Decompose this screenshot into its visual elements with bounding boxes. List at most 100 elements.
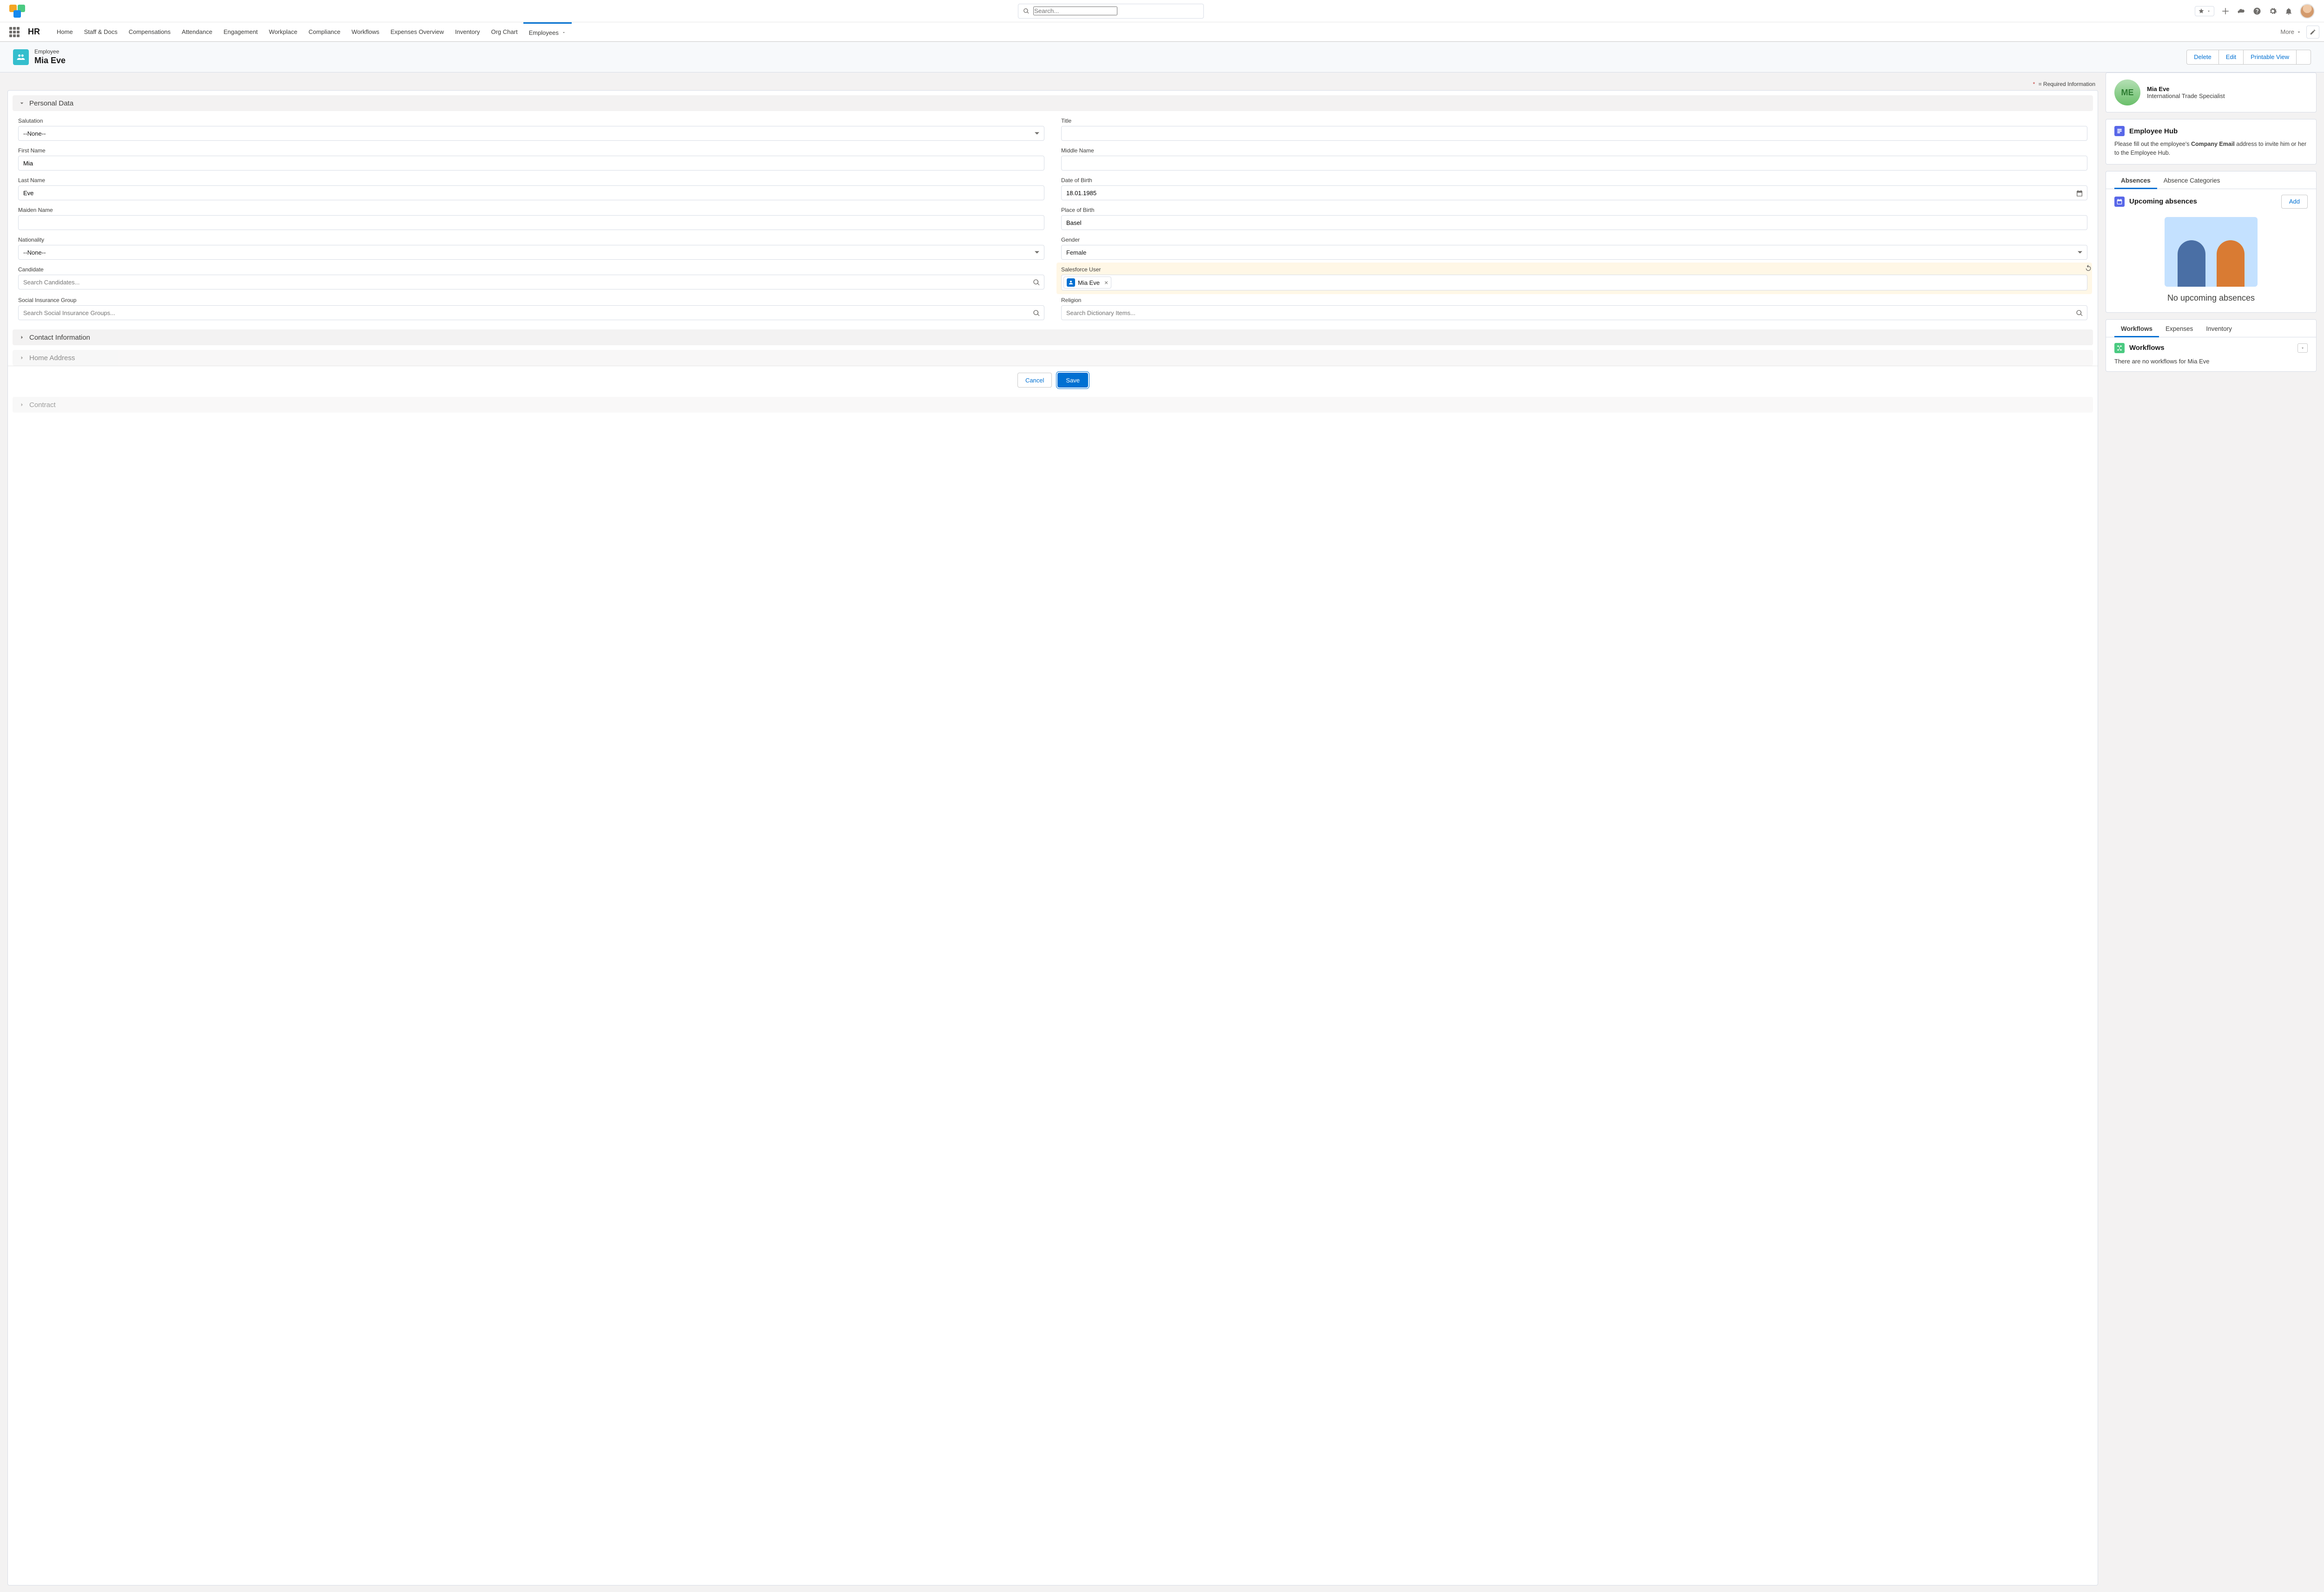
tab-absence-categories[interactable]: Absence Categories (2157, 171, 2227, 189)
chevron-down-icon (2206, 9, 2211, 13)
section-home-address[interactable]: Home Address (13, 350, 2093, 366)
salesforce-button[interactable] (2237, 7, 2246, 16)
sig-lookup[interactable] (18, 305, 1044, 320)
dob-input[interactable] (1061, 185, 2087, 200)
nav-tab-inventory[interactable]: Inventory (449, 22, 485, 41)
nav-tab-compliance[interactable]: Compliance (303, 22, 346, 41)
edit-nav-button[interactable] (2306, 26, 2319, 39)
chevron-down-icon (2300, 346, 2305, 350)
add-absence-button[interactable]: Add (2281, 195, 2308, 209)
tab-absences[interactable]: Absences (2114, 171, 2157, 189)
wf-menu-button[interactable] (2298, 343, 2308, 353)
absences-empty-text: No upcoming absences (2167, 293, 2255, 303)
nationality-select[interactable]: --None-- (18, 245, 1044, 260)
record-header: Employee Mia Eve Delete Edit Printable V… (0, 42, 2324, 72)
app-name: HR (28, 27, 40, 37)
required-note: * = Required Information (7, 80, 2098, 90)
field-salutation: Salutation --None-- (18, 118, 1044, 141)
setup-button[interactable] (2268, 7, 2278, 16)
religion-lookup[interactable] (1061, 305, 2087, 320)
user-avatar[interactable] (2300, 4, 2315, 19)
salutation-select[interactable]: --None-- (18, 126, 1044, 141)
employee-hub-card: Employee Hub Please fill out the employe… (2106, 119, 2317, 164)
nav-tab-attendance[interactable]: Attendance (176, 22, 218, 41)
question-icon (2253, 7, 2261, 15)
app-launcher[interactable] (9, 27, 20, 37)
nav-tab-workplace[interactable]: Workplace (264, 22, 303, 41)
wf-body: There are no workflows for Mia Eve (2114, 353, 2308, 365)
nav-tab-expenses[interactable]: Expenses Overview (385, 22, 449, 41)
nav-tab-compensations[interactable]: Compensations (123, 22, 176, 41)
save-button[interactable]: Save (1057, 373, 1088, 388)
field-middle-name: Middle Name (1061, 147, 2087, 171)
maiden-input[interactable] (23, 219, 1039, 226)
absences-heading: Upcoming absences (2129, 197, 2197, 205)
hub-icon (2114, 126, 2125, 136)
nav-tab-staff[interactable]: Staff & Docs (79, 22, 123, 41)
nav-tabs: Home Staff & Docs Compensations Attendan… (51, 22, 572, 41)
hub-body: Please fill out the employee's Company E… (2114, 140, 2308, 158)
field-first-name: First Name (18, 147, 1044, 171)
nav-more-button[interactable]: More (2280, 28, 2302, 35)
chevron-down-icon (2296, 29, 2302, 35)
help-button[interactable] (2252, 7, 2262, 16)
printable-view-button[interactable]: Printable View (2244, 50, 2297, 65)
section-contract[interactable]: Contract (13, 397, 2093, 413)
delete-button[interactable]: Delete (2186, 50, 2219, 65)
add-button[interactable] (2221, 7, 2230, 16)
nav-tab-home[interactable]: Home (51, 22, 79, 41)
avatar-initials: ME (2114, 79, 2140, 105)
record-title: Mia Eve (34, 56, 66, 66)
candidate-lookup[interactable] (18, 275, 1044, 289)
global-search[interactable] (1018, 4, 1204, 19)
field-gender: Gender Female (1061, 237, 2087, 260)
notifications-button[interactable] (2284, 7, 2293, 16)
main-content: * = Required Information Personal Data S… (0, 72, 2324, 1592)
more-actions-button[interactable] (2297, 50, 2311, 65)
person-subtitle: International Trade Specialist (2147, 92, 2225, 99)
nav-overflow: More (2280, 26, 2319, 39)
section-personal[interactable]: Personal Data (13, 95, 2093, 111)
form-footer: Cancel Save (8, 366, 2098, 392)
workflow-icon (2114, 343, 2125, 353)
chevron-right-icon (18, 401, 26, 408)
absences-empty: No upcoming absences (2114, 209, 2308, 306)
absences-illustration (2165, 217, 2258, 287)
tab-workflows[interactable]: Workflows (2114, 320, 2159, 337)
field-candidate: Candidate (18, 266, 1044, 290)
nav-tab-workflows[interactable]: Workflows (346, 22, 385, 41)
nav-tab-employees[interactable]: Employees (523, 22, 572, 41)
org-logo (9, 5, 29, 18)
middle-name-input[interactable] (1066, 160, 2082, 167)
person-summary-card: ME Mia Eve International Trade Specialis… (2106, 72, 2317, 112)
sf-user-lookup[interactable]: Mia Eve × (1061, 275, 2087, 290)
form-column: * = Required Information Personal Data S… (0, 72, 2106, 1592)
last-name-input[interactable] (23, 190, 1039, 197)
cancel-button[interactable]: Cancel (1017, 373, 1052, 388)
tab-inventory[interactable]: Inventory (2199, 320, 2238, 337)
pob-input[interactable] (1066, 219, 2082, 226)
user-icon (1067, 278, 1075, 287)
first-name-input[interactable] (23, 160, 1039, 167)
pencil-icon (2310, 29, 2316, 35)
search-icon (2076, 309, 2083, 317)
employee-icon (13, 49, 29, 65)
hub-title: Employee Hub (2129, 127, 2178, 135)
gender-select[interactable]: Female (1061, 245, 2087, 260)
cloud-icon (2237, 7, 2245, 15)
tab-expenses[interactable]: Expenses (2159, 320, 2199, 337)
calendar-icon (2114, 197, 2125, 207)
nav-tab-orgchart[interactable]: Org Chart (485, 22, 523, 41)
wf-heading: Workflows (2129, 344, 2165, 352)
undo-icon[interactable] (2085, 264, 2092, 272)
nav-tab-engagement[interactable]: Engagement (218, 22, 264, 41)
remove-pill[interactable]: × (1104, 279, 1108, 286)
object-label: Employee (34, 48, 66, 55)
global-search-input[interactable] (1033, 7, 1117, 15)
section-contact[interactable]: Contact Information (13, 329, 2093, 345)
favorites-button[interactable] (2195, 6, 2214, 16)
title-input[interactable] (1066, 130, 2082, 137)
edit-button[interactable]: Edit (2219, 50, 2244, 65)
search-icon (1033, 309, 1040, 317)
gear-icon (2269, 7, 2277, 15)
